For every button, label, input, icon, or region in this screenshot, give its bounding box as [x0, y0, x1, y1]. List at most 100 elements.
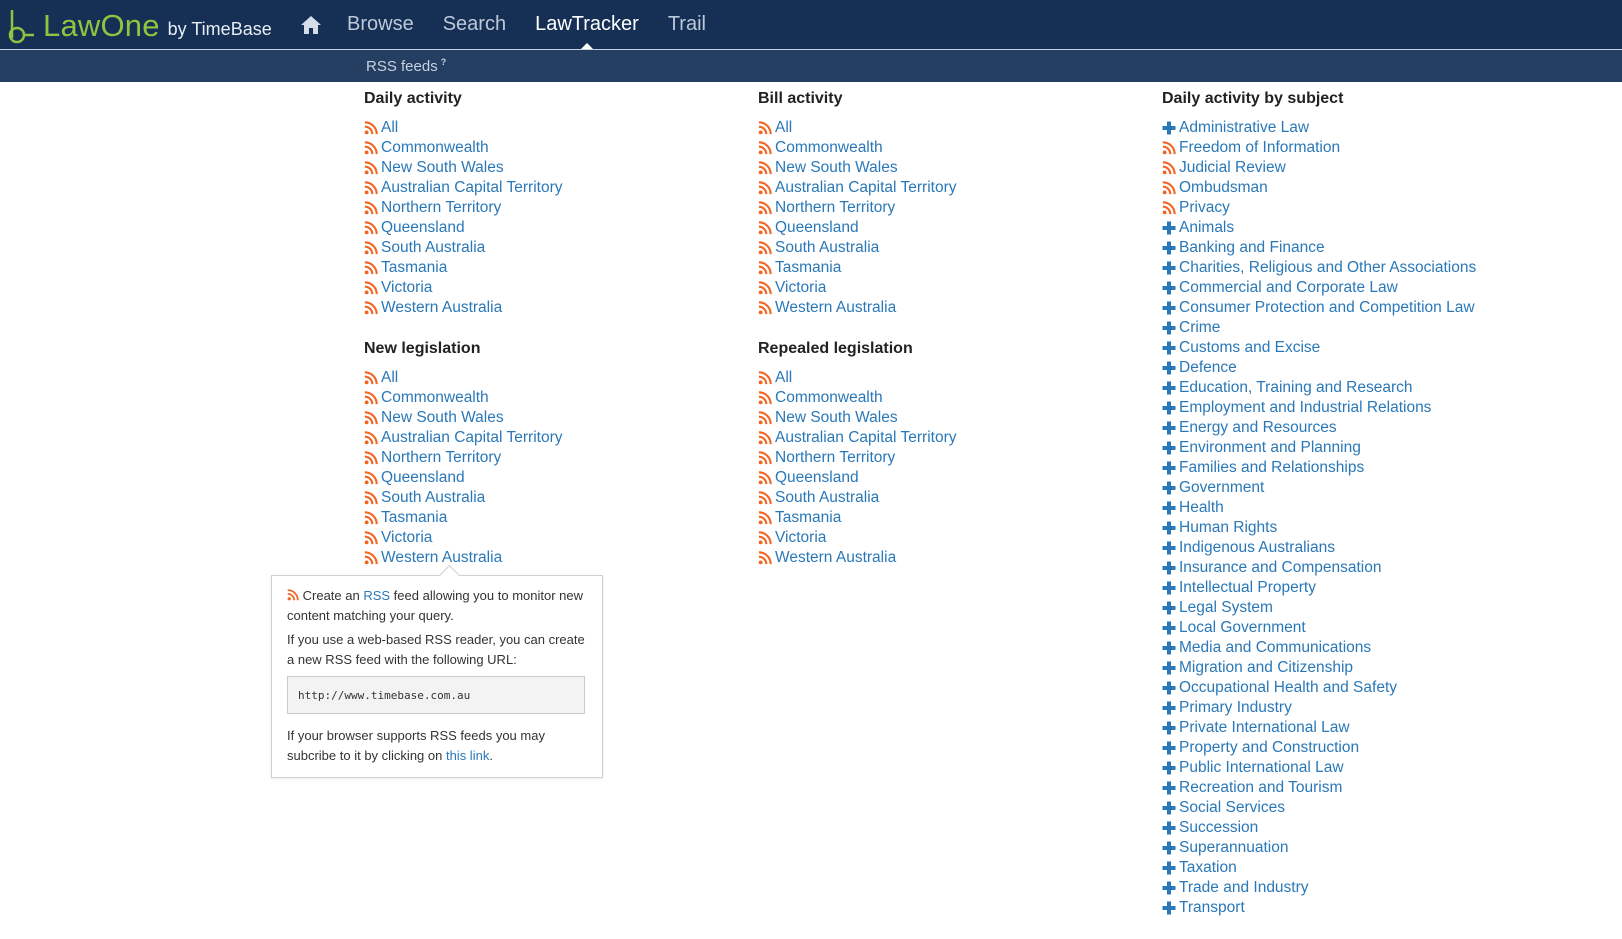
feed-link[interactable]: Queensland — [758, 468, 956, 488]
plus-icon[interactable] — [1162, 561, 1176, 575]
nav-browse[interactable]: Browse — [347, 0, 414, 49]
nav-search[interactable]: Search — [443, 0, 506, 49]
feed-link[interactable]: Commonwealth — [758, 138, 956, 158]
plus-icon[interactable] — [1162, 301, 1176, 315]
plus-icon[interactable] — [1162, 241, 1176, 255]
plus-icon[interactable] — [1162, 481, 1176, 495]
feed-link[interactable]: All — [364, 118, 562, 138]
feed-link[interactable]: Intellectual Property — [1162, 578, 1476, 598]
plus-icon[interactable] — [1162, 661, 1176, 675]
subscribe-link[interactable]: this link — [446, 748, 489, 763]
feed-link[interactable]: Queensland — [364, 218, 562, 238]
plus-icon[interactable] — [1162, 401, 1176, 415]
feed-link[interactable]: South Australia — [364, 238, 562, 258]
plus-icon[interactable] — [1162, 501, 1176, 515]
plus-icon[interactable] — [1162, 881, 1176, 895]
feed-link[interactable]: Migration and Citizenship — [1162, 658, 1476, 678]
plus-icon[interactable] — [1162, 261, 1176, 275]
feed-link[interactable]: Transport — [1162, 898, 1476, 918]
feed-link[interactable]: Insurance and Compensation — [1162, 558, 1476, 578]
feed-link[interactable]: Media and Communications — [1162, 638, 1476, 658]
plus-icon[interactable] — [1162, 121, 1176, 135]
plus-icon[interactable] — [1162, 641, 1176, 655]
feed-link[interactable]: Superannuation — [1162, 838, 1476, 858]
plus-icon[interactable] — [1162, 801, 1176, 815]
feed-link[interactable]: Indigenous Australians — [1162, 538, 1476, 558]
feed-link[interactable]: Australian Capital Territory — [758, 178, 956, 198]
feed-link[interactable]: Taxation — [1162, 858, 1476, 878]
feed-link[interactable]: Commonwealth — [758, 388, 956, 408]
feed-link[interactable]: Animals — [1162, 218, 1476, 238]
feed-link[interactable]: Australian Capital Territory — [364, 428, 562, 448]
feed-link[interactable]: All — [758, 118, 956, 138]
feed-link[interactable]: Victoria — [758, 278, 956, 298]
home-icon[interactable] — [300, 15, 322, 35]
feed-link[interactable]: Australian Capital Territory — [758, 428, 956, 448]
feed-link[interactable]: Queensland — [758, 218, 956, 238]
plus-icon[interactable] — [1162, 361, 1176, 375]
feed-link[interactable]: New South Wales — [758, 158, 956, 178]
feed-link[interactable]: Privacy — [1162, 198, 1476, 218]
feed-link[interactable]: Victoria — [758, 528, 956, 548]
feed-link[interactable]: New South Wales — [758, 408, 956, 428]
feed-link[interactable]: Property and Construction — [1162, 738, 1476, 758]
feed-link[interactable]: South Australia — [364, 488, 562, 508]
feed-link[interactable]: Primary Industry — [1162, 698, 1476, 718]
feed-link[interactable]: Commercial and Corporate Law — [1162, 278, 1476, 298]
feed-link[interactable]: Commonwealth — [364, 138, 562, 158]
plus-icon[interactable] — [1162, 861, 1176, 875]
feed-link[interactable]: Legal System — [1162, 598, 1476, 618]
feed-link[interactable]: Administrative Law — [1162, 118, 1476, 138]
plus-icon[interactable] — [1162, 901, 1176, 915]
rss-feeds-tab[interactable]: RSS feeds? — [366, 57, 446, 75]
feed-link[interactable]: Western Australia — [364, 298, 562, 318]
feed-link[interactable]: Public International Law — [1162, 758, 1476, 778]
feed-link[interactable]: Northern Territory — [758, 198, 956, 218]
plus-icon[interactable] — [1162, 581, 1176, 595]
plus-icon[interactable] — [1162, 701, 1176, 715]
plus-icon[interactable] — [1162, 681, 1176, 695]
plus-icon[interactable] — [1162, 781, 1176, 795]
plus-icon[interactable] — [1162, 461, 1176, 475]
feed-link[interactable]: South Australia — [758, 238, 956, 258]
feed-link[interactable]: Employment and Industrial Relations — [1162, 398, 1476, 418]
plus-icon[interactable] — [1162, 441, 1176, 455]
feed-link[interactable]: Northern Territory — [758, 448, 956, 468]
feed-link[interactable]: New South Wales — [364, 408, 562, 428]
feed-link[interactable]: Northern Territory — [364, 198, 562, 218]
plus-icon[interactable] — [1162, 741, 1176, 755]
feed-link[interactable]: Customs and Excise — [1162, 338, 1476, 358]
feed-link[interactable]: Charities, Religious and Other Associati… — [1162, 258, 1476, 278]
feed-link[interactable]: Health — [1162, 498, 1476, 518]
plus-icon[interactable] — [1162, 341, 1176, 355]
plus-icon[interactable] — [1162, 821, 1176, 835]
feed-link[interactable]: Succession — [1162, 818, 1476, 838]
lawone-logo[interactable]: LawOne by TimeBase — [5, 4, 272, 44]
plus-icon[interactable] — [1162, 221, 1176, 235]
plus-icon[interactable] — [1162, 521, 1176, 535]
nav-trail[interactable]: Trail — [668, 0, 706, 49]
feed-link[interactable]: Crime — [1162, 318, 1476, 338]
feed-link[interactable]: Banking and Finance — [1162, 238, 1476, 258]
feed-link[interactable]: Western Australia — [364, 548, 562, 568]
feed-link[interactable]: Tasmania — [364, 258, 562, 278]
feed-link[interactable]: All — [758, 368, 956, 388]
feed-link[interactable]: Australian Capital Territory — [364, 178, 562, 198]
nav-lawtracker[interactable]: LawTracker — [535, 0, 639, 49]
plus-icon[interactable] — [1162, 381, 1176, 395]
feed-link[interactable]: Social Services — [1162, 798, 1476, 818]
feed-link[interactable]: Tasmania — [364, 508, 562, 528]
feed-link[interactable]: All — [364, 368, 562, 388]
plus-icon[interactable] — [1162, 421, 1176, 435]
feed-link[interactable]: Northern Territory — [364, 448, 562, 468]
plus-icon[interactable] — [1162, 841, 1176, 855]
feed-link[interactable]: Western Australia — [758, 298, 956, 318]
plus-icon[interactable] — [1162, 621, 1176, 635]
feed-link[interactable]: South Australia — [758, 488, 956, 508]
feed-link[interactable]: Government — [1162, 478, 1476, 498]
feed-link[interactable]: Education, Training and Research — [1162, 378, 1476, 398]
feed-link[interactable]: Trade and Industry — [1162, 878, 1476, 898]
feed-link[interactable]: New South Wales — [364, 158, 562, 178]
feed-link[interactable]: Tasmania — [758, 258, 956, 278]
rss-link[interactable]: RSS — [363, 588, 390, 603]
